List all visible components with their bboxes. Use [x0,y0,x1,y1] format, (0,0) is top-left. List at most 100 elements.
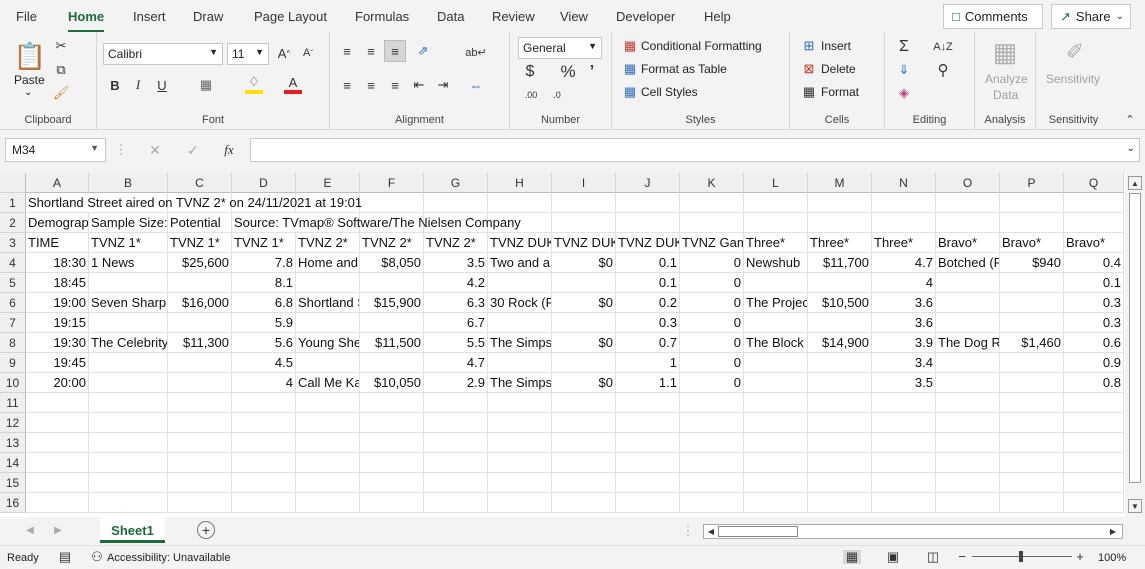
zoom-level[interactable]: 100% [1098,552,1126,564]
cell-M10[interactable] [808,373,872,393]
cell-G7[interactable]: 6.7 [424,313,488,333]
column-header-O[interactable]: O [936,173,1000,193]
top-align-icon[interactable]: ≡ [338,42,356,60]
cell-I8[interactable]: $0 [552,333,616,353]
tab-developer[interactable]: Developer [616,9,675,24]
scroll-right-icon[interactable]: ▶ [1108,526,1118,537]
cell-E5[interactable] [296,273,360,293]
cell-B13[interactable] [89,433,168,453]
cell-M12[interactable] [808,413,872,433]
cell-styles-icon[interactable]: ▦ [622,84,638,100]
select-all-corner[interactable] [0,173,26,193]
cell-N10[interactable]: 3.5 [872,373,936,393]
cell-E10[interactable]: Call Me Kat [296,373,360,393]
cell-D15[interactable] [232,473,296,493]
cell-H10[interactable]: The Simpsons [488,373,552,393]
column-header-K[interactable]: K [680,173,744,193]
cell-A8[interactable]: 19:30 [26,333,89,353]
cell-C11[interactable] [168,393,232,413]
cell-Q14[interactable] [1064,453,1124,473]
cell-L4[interactable]: Newshub [744,253,808,273]
cell-G14[interactable] [424,453,488,473]
cell-F15[interactable] [360,473,424,493]
cell-G8[interactable]: 5.5 [424,333,488,353]
scroll-down-icon[interactable]: ▼ [1128,499,1142,513]
cell-Q6[interactable]: 0.3 [1064,293,1124,313]
row-header-10[interactable]: 10 [0,373,26,393]
cell-O4[interactable]: Botched (R) [936,253,1000,273]
cell-O16[interactable] [936,493,1000,513]
cell-K5[interactable]: 0 [680,273,744,293]
merge-center-icon[interactable]: ⇔ [466,76,486,94]
fill-color-icon[interactable]: ♢ [245,74,263,94]
scroll-left-icon[interactable]: ◀ [706,526,716,537]
zoom-in-icon[interactable]: + [1074,549,1086,564]
cell-B3[interactable]: TVNZ 1* [89,233,168,253]
cell-I15[interactable] [552,473,616,493]
cell-F9[interactable] [360,353,424,373]
cell-M14[interactable] [808,453,872,473]
zoom-out-icon[interactable]: − [956,549,968,564]
cell-B15[interactable] [89,473,168,493]
cell-Q5[interactable]: 0.1 [1064,273,1124,293]
increase-decimal-icon[interactable]: .00 [522,86,540,104]
cell-P10[interactable] [1000,373,1064,393]
cell-L8[interactable]: The Block [744,333,808,353]
cell-N14[interactable] [872,453,936,473]
cell-K10[interactable]: 0 [680,373,744,393]
decrease-decimal-icon[interactable]: .0 [548,86,566,104]
clear-icon[interactable]: ◈ [895,84,913,102]
cell-N3[interactable]: Three* [872,233,936,253]
cell-G5[interactable]: 4.2 [424,273,488,293]
cell-N6[interactable]: 3.6 [872,293,936,313]
tab-help[interactable]: Help [704,9,731,24]
scroll-up-icon[interactable]: ▲ [1128,176,1142,190]
cell-P11[interactable] [1000,393,1064,413]
cell-M7[interactable] [808,313,872,333]
cell-I3[interactable]: TVNZ DUKE [552,233,616,253]
cell-E12[interactable] [296,413,360,433]
cell-P5[interactable] [1000,273,1064,293]
cell-A5[interactable]: 18:45 [26,273,89,293]
format-as-table-button[interactable]: Format as Table [641,62,727,76]
autosum-icon[interactable]: Σ [895,38,913,56]
cell-F10[interactable]: $10,050 [360,373,424,393]
increase-indent-icon[interactable]: ⇥ [434,76,452,94]
sheet-tab-sheet1[interactable]: Sheet1 [100,517,165,543]
format-cells-button[interactable]: Format [821,85,859,99]
cell-Q4[interactable]: 0.4 [1064,253,1124,273]
cell-L7[interactable] [744,313,808,333]
cell-F14[interactable] [360,453,424,473]
row-header-9[interactable]: 9 [0,353,26,373]
cell-A10[interactable]: 20:00 [26,373,89,393]
zoom-slider-thumb[interactable] [1019,551,1023,562]
tab-data[interactable]: Data [437,9,464,24]
column-header-P[interactable]: P [1000,173,1064,193]
cell-J7[interactable]: 0.3 [616,313,680,333]
cell-K13[interactable] [680,433,744,453]
cell-H5[interactable] [488,273,552,293]
format-painter-icon[interactable]: 🖌 [53,85,70,101]
cell-C7[interactable] [168,313,232,333]
tab-insert[interactable]: Insert [133,9,166,24]
cell-N9[interactable]: 3.4 [872,353,936,373]
new-sheet-icon[interactable]: + [197,521,215,539]
cell-P13[interactable] [1000,433,1064,453]
bottom-align-icon[interactable]: ≡ [384,40,406,62]
cell-B7[interactable] [89,313,168,333]
middle-align-icon[interactable]: ≡ [362,42,380,60]
cell-H15[interactable] [488,473,552,493]
cell-E3[interactable]: TVNZ 2* [296,233,360,253]
cell-P14[interactable] [1000,453,1064,473]
cell-K8[interactable]: 0 [680,333,744,353]
tab-file[interactable]: File [16,9,37,24]
cell-O5[interactable] [936,273,1000,293]
cell-J11[interactable] [616,393,680,413]
copy-icon[interactable]: ⧉ [53,62,69,78]
cut-icon[interactable]: ✂ [53,38,69,54]
cell-F1[interactable] [360,193,424,213]
cell-F4[interactable]: $8,050 [360,253,424,273]
column-header-L[interactable]: L [744,173,808,193]
row-header-4[interactable]: 4 [0,253,26,273]
row-header-8[interactable]: 8 [0,333,26,353]
